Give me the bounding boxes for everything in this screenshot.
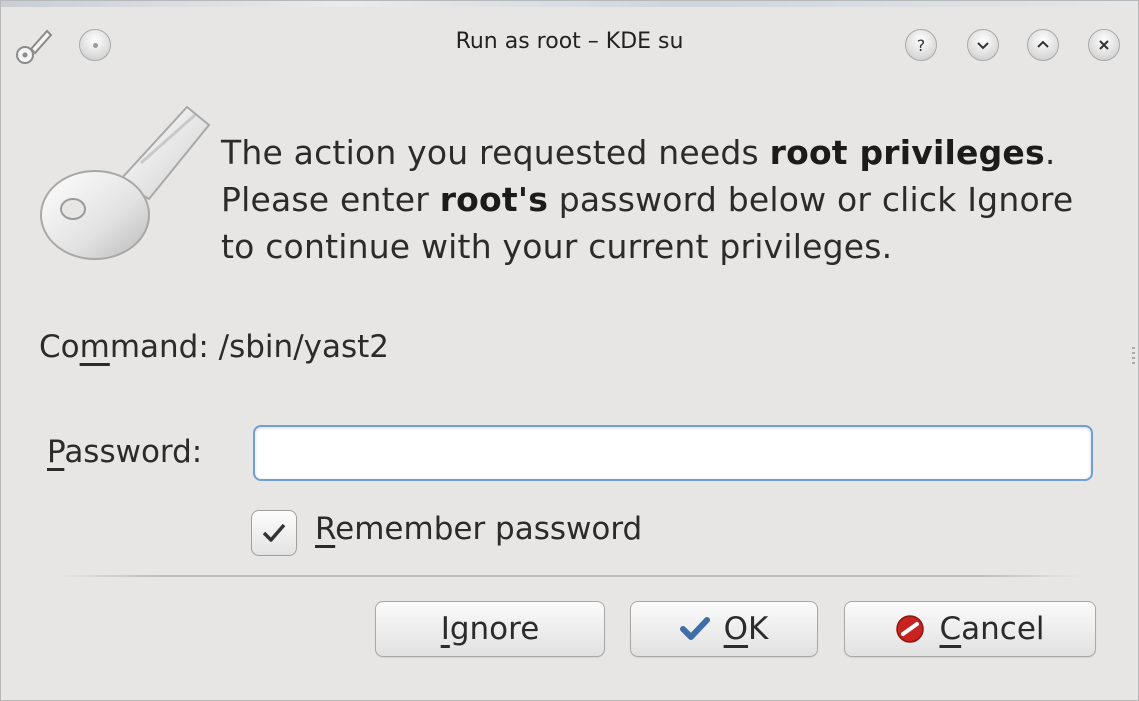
ok-mnemonic: O — [723, 611, 749, 647]
privilege-message: The action you requested needs root priv… — [221, 129, 1121, 270]
remember-label-mnemonic: R — [315, 511, 336, 547]
message-bold-roots: root's — [439, 180, 549, 219]
ignore-button-label: Ignore — [441, 611, 540, 647]
cancel-label-text: ancel — [961, 611, 1045, 647]
ok-button[interactable]: OK — [630, 601, 818, 657]
help-glyph: ? — [916, 35, 926, 55]
password-field[interactable] — [253, 425, 1093, 481]
close-icon[interactable] — [1088, 29, 1120, 61]
command-label-mnemonic: m — [79, 329, 110, 365]
help-icon[interactable]: ? — [905, 29, 937, 61]
checkmark-icon — [262, 523, 286, 542]
ok-label-text: K — [748, 611, 769, 647]
cancel-button-label: Cancel — [939, 611, 1044, 647]
message-text: . — [1044, 133, 1056, 172]
key-icon — [40, 105, 211, 260]
message-text: to continue with your current privileges… — [221, 227, 893, 266]
command-label-text: mand: — [109, 329, 209, 365]
remember-password-checkbox[interactable] — [251, 510, 297, 556]
message-text: password below or click Ignore — [548, 180, 1074, 219]
ok-button-label: OK — [724, 611, 769, 647]
password-label-mnemonic: P — [47, 434, 65, 470]
ignore-button[interactable]: Ignore — [375, 601, 605, 657]
message-text: The action you requested needs — [221, 133, 770, 172]
command-label-text: Co — [39, 329, 80, 365]
password-label-text: assword: — [64, 434, 203, 470]
message-text: Please enter — [221, 180, 440, 219]
message-bold-root-privileges: root privileges — [769, 133, 1045, 172]
cancel-button[interactable]: Cancel — [844, 601, 1096, 657]
resize-grip[interactable] — [1132, 347, 1135, 365]
cancel-icon — [896, 615, 925, 643]
command-value: /sbin/yast2 — [218, 329, 390, 365]
maximize-icon[interactable] — [1027, 29, 1059, 61]
titlebar[interactable]: Run as root – KDE su ? — [1, 7, 1138, 77]
ignore-mnemonic: I — [440, 611, 450, 647]
password-label: Password: — [47, 434, 202, 470]
kdesu-dialog: Run as root – KDE su ? The action you re… — [0, 0, 1139, 701]
command-label: Command: — [39, 329, 209, 365]
remember-label-text: emember password — [335, 511, 643, 547]
cancel-mnemonic: C — [939, 611, 962, 647]
separator — [57, 575, 1082, 577]
command-row: Command: /sbin/yast2 — [39, 329, 389, 365]
ignore-label-text: gnore — [449, 611, 540, 647]
remember-password-label[interactable]: Remember password — [315, 511, 642, 547]
minimize-icon[interactable] — [967, 29, 999, 61]
checkmark-icon — [679, 617, 710, 640]
